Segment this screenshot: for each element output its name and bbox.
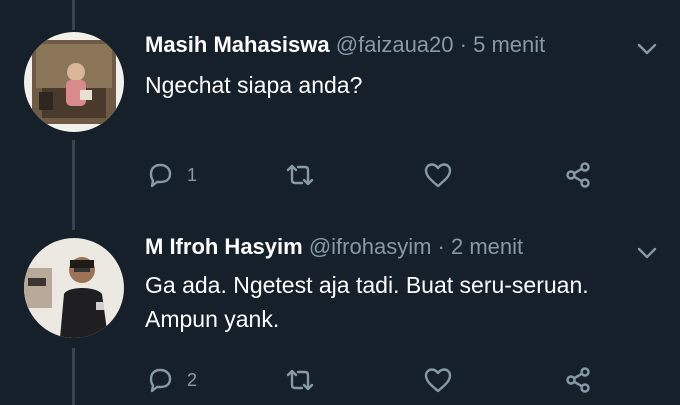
tweet[interactable]: Masih Mahasiswa @faizaua20 · 5 menit Nge… — [0, 0, 680, 210]
avatar[interactable] — [24, 238, 124, 338]
share-icon — [566, 162, 590, 188]
user-handle[interactable]: @faizaua20 — [336, 32, 454, 57]
separator: · — [437, 234, 445, 259]
heart-icon — [424, 368, 452, 393]
reply-count: 1 — [187, 164, 198, 185]
retweet-button[interactable] — [285, 363, 315, 397]
reply-icon — [149, 163, 172, 188]
chevron-down-icon[interactable] — [636, 42, 658, 56]
tweet[interactable]: M Ifroh Hasyim @ifrohasyim · 2 menit Ga … — [0, 210, 680, 405]
tweet-header: M Ifroh Hasyim @ifrohasyim · 2 menit — [145, 234, 523, 260]
timestamp[interactable]: 5 menit — [473, 32, 545, 57]
reply-button[interactable]: 2 — [145, 363, 197, 397]
share-button[interactable] — [563, 158, 593, 192]
heart-icon — [424, 163, 452, 188]
display-name[interactable]: M Ifroh Hasyim — [145, 234, 303, 259]
reply-count: 2 — [187, 369, 198, 390]
separator: · — [459, 32, 467, 57]
display-name[interactable]: Masih Mahasiswa — [145, 32, 330, 57]
tweet-actions: 1 — [0, 158, 680, 192]
tweet-text: Ngechat siapa anda? — [145, 72, 363, 98]
tweet-header: Masih Mahasiswa @faizaua20 · 5 menit — [145, 32, 545, 58]
retweet-icon — [286, 164, 314, 186]
reply-icon — [149, 368, 172, 393]
chevron-down-icon[interactable] — [636, 246, 658, 260]
like-button[interactable] — [423, 158, 453, 192]
like-button[interactable] — [423, 363, 453, 397]
avatar[interactable] — [24, 32, 124, 132]
tweet-text: Ga ada. Ngetest aja tadi. Buat seru-seru… — [145, 272, 589, 332]
user-handle[interactable]: @ifrohasyim — [309, 234, 432, 259]
reply-button[interactable]: 1 — [145, 158, 197, 192]
tweet-actions: 2 — [0, 363, 680, 397]
timestamp[interactable]: 2 menit — [451, 234, 523, 259]
share-icon — [566, 367, 590, 393]
share-button[interactable] — [563, 363, 593, 397]
retweet-icon — [286, 369, 314, 391]
retweet-button[interactable] — [285, 158, 315, 192]
